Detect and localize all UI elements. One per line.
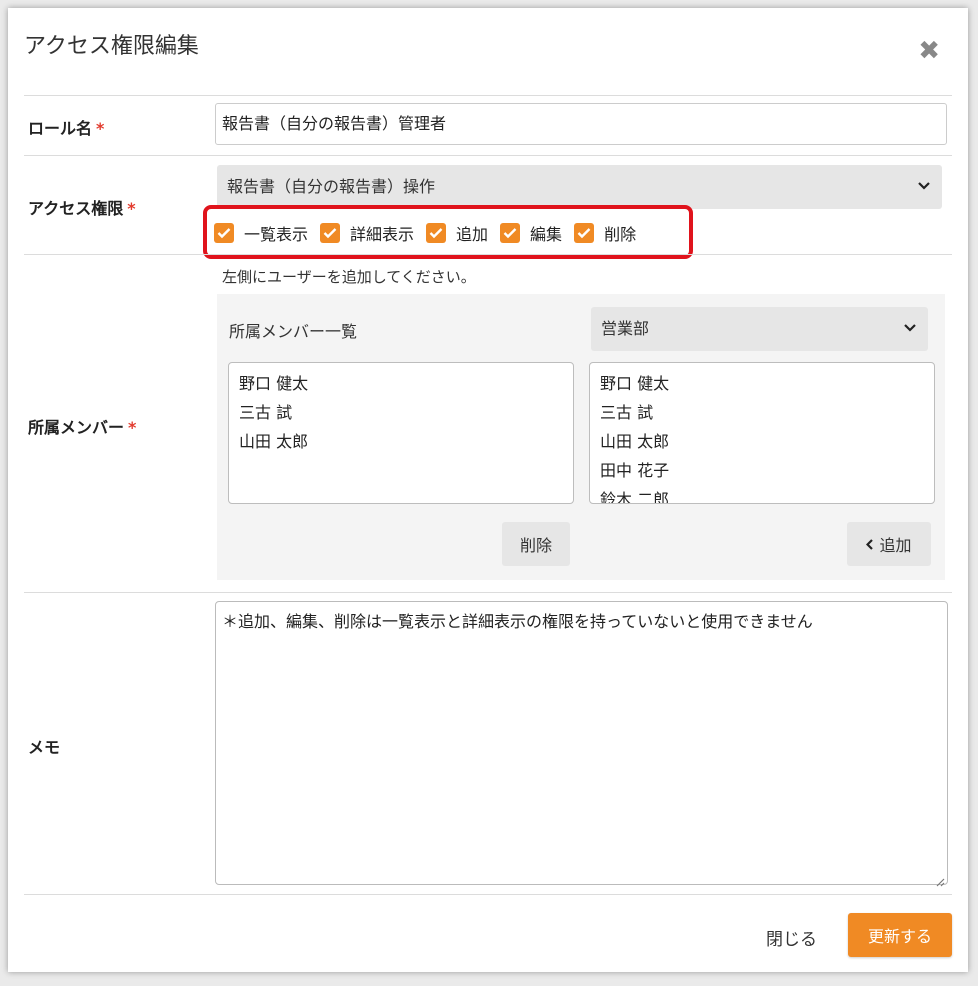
required-mark: *: [127, 199, 136, 218]
checkbox-checked-icon[interactable]: [320, 223, 341, 243]
permission-edit[interactable]: 編集: [500, 221, 562, 245]
chevron-left-icon: [866, 538, 874, 550]
access-edit-dialog: アクセス権限編集 ✖ ロール名 * 報告書（自分の報告書）管理者 アクセス権限 * …: [8, 8, 968, 972]
remove-member-button[interactable]: 削除: [502, 522, 570, 566]
access-type-select[interactable]: 報告書（自分の報告書）操作: [217, 165, 942, 209]
members-hint: 左側にユーザーを追加してください。: [222, 268, 476, 286]
dialog-title: アクセス権限編集: [24, 34, 199, 59]
role-name-label-text: ロール名: [28, 119, 93, 138]
role-name-input[interactable]: 報告書（自分の報告書）管理者: [215, 103, 947, 145]
permission-detail-view[interactable]: 詳細表示: [320, 221, 414, 245]
checkbox-checked-icon[interactable]: [500, 223, 521, 243]
permission-label: 詳細表示: [350, 225, 415, 244]
chevron-down-icon: [904, 307, 916, 351]
access-label-text: アクセス権限: [28, 199, 124, 218]
checkbox-checked-icon[interactable]: [426, 223, 447, 243]
members-label-text: 所属メンバー: [28, 418, 125, 437]
permission-label: 追加: [456, 225, 489, 244]
memo-text: ＊追加、編集、削除は一覧表示と詳細表示の権限を持っていないと使用できません: [222, 612, 813, 631]
list-item[interactable]: 田中 花子: [600, 456, 934, 485]
permission-label: 一覧表示: [244, 225, 309, 244]
required-mark: *: [96, 119, 105, 138]
department-select[interactable]: 営業部: [591, 307, 928, 351]
members-panel: 所属メンバー一覧 営業部 野口 健太 三古 試 山田 太郎 野口 健太 三古 試…: [217, 294, 945, 580]
add-member-label: 追加: [879, 536, 912, 555]
access-label: アクセス権限 *: [28, 195, 136, 219]
list-item[interactable]: 鈴木 二郎: [600, 485, 934, 503]
divider: [24, 155, 952, 156]
add-member-button[interactable]: 追加: [847, 522, 931, 566]
update-button[interactable]: 更新する: [848, 913, 952, 957]
list-item[interactable]: 山田 太郎: [600, 427, 934, 456]
permission-list-view[interactable]: 一覧表示: [214, 221, 308, 245]
list-item[interactable]: 三古 試: [600, 398, 934, 427]
members-label: 所属メンバー *: [28, 414, 136, 438]
permission-delete[interactable]: 削除: [574, 221, 636, 245]
divider: [24, 894, 952, 895]
divider: [24, 254, 952, 255]
required-mark: *: [128, 418, 137, 437]
divider: [24, 95, 952, 96]
permission-checkboxes: 一覧表示 詳細表示 追加 編集 削除: [214, 221, 648, 245]
checkbox-checked-icon[interactable]: [574, 223, 595, 243]
list-item[interactable]: 野口 健太: [239, 369, 573, 398]
divider: [24, 592, 952, 593]
close-button[interactable]: 閉じる: [766, 925, 817, 950]
memo-textarea[interactable]: ＊追加、編集、削除は一覧表示と詳細表示の権限を持っていないと使用できません: [215, 601, 948, 887]
assigned-members-list[interactable]: 野口 健太 三古 試 山田 太郎: [228, 362, 574, 504]
permission-label: 削除: [604, 225, 637, 244]
role-name-label: ロール名 *: [28, 115, 104, 139]
list-item[interactable]: 野口 健太: [600, 369, 934, 398]
checkbox-checked-icon[interactable]: [214, 223, 234, 243]
close-icon[interactable]: ✖: [918, 38, 940, 64]
chevron-down-icon: [918, 165, 930, 209]
available-users-list[interactable]: 野口 健太 三古 試 山田 太郎 田中 花子 鈴木 二郎: [589, 362, 935, 504]
memo-label: メモ: [28, 738, 61, 757]
list-item[interactable]: 三古 試: [239, 398, 573, 427]
list-item[interactable]: 山田 太郎: [239, 427, 573, 456]
permission-add[interactable]: 追加: [426, 221, 488, 245]
permission-label: 編集: [530, 225, 563, 244]
access-type-value: 報告書（自分の報告書）操作: [227, 177, 436, 196]
department-value: 営業部: [601, 319, 650, 338]
resize-handle-icon[interactable]: [935, 872, 945, 887]
members-list-title: 所属メンバー一覧: [229, 322, 358, 341]
